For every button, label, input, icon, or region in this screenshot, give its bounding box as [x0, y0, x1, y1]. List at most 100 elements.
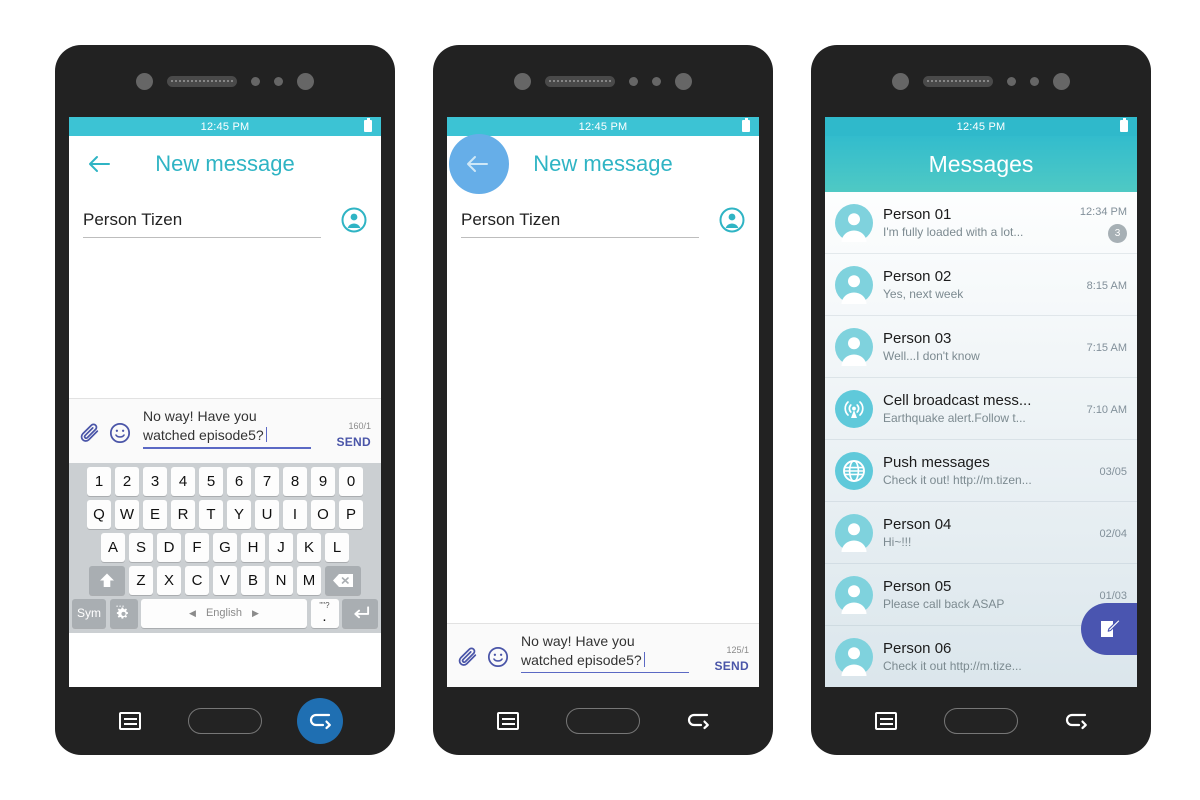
- key-y[interactable]: Y: [226, 499, 252, 529]
- key-e[interactable]: E: [142, 499, 168, 529]
- message-thread-area-2: [447, 248, 759, 623]
- back-hardware-key[interactable]: [675, 698, 721, 744]
- message-thread-area-1: [69, 248, 381, 398]
- key-b[interactable]: B: [240, 565, 266, 595]
- list-item-text: Person 02 Yes, next week: [883, 268, 1061, 301]
- key-1[interactable]: 1: [86, 466, 112, 496]
- emoji-button[interactable]: [109, 422, 131, 449]
- key-w[interactable]: W: [114, 499, 140, 529]
- key-s[interactable]: S: [128, 532, 154, 562]
- home-hardware-key[interactable]: [943, 708, 1018, 734]
- key-5[interactable]: 5: [198, 466, 224, 496]
- backspace-key[interactable]: [324, 565, 361, 595]
- input-underline: [143, 447, 311, 449]
- key-4[interactable]: 4: [170, 466, 196, 496]
- send-button[interactable]: SEND: [323, 435, 371, 449]
- key-r[interactable]: R: [170, 499, 196, 529]
- key-i[interactable]: I: [282, 499, 308, 529]
- message-text-input-2[interactable]: No way! Have you watched episode5?: [517, 632, 693, 678]
- home-hardware-key[interactable]: [565, 708, 640, 734]
- person-avatar-icon: [835, 513, 873, 552]
- add-contact-button[interactable]: [719, 207, 745, 233]
- list-item-meta: 12:34 PM 3: [1071, 202, 1127, 243]
- key-p[interactable]: P: [338, 499, 364, 529]
- back-hardware-key[interactable]: [297, 698, 344, 744]
- list-item[interactable]: Person 01 I'm fully loaded with a lot...…: [825, 192, 1137, 254]
- phone-screen-1: 12:45 PM New message Person Tizen No way…: [69, 117, 381, 687]
- back-key-icon: [310, 713, 332, 730]
- send-button[interactable]: SEND: [701, 659, 749, 673]
- attach-button[interactable]: [457, 646, 479, 673]
- shift-key[interactable]: [89, 565, 126, 595]
- menu-hardware-key[interactable]: [107, 698, 153, 744]
- conversation-time: 02/04: [1099, 527, 1127, 540]
- front-camera-icon: [136, 72, 153, 90]
- list-item-text: Push messages Check it out! http://m.tiz…: [883, 454, 1061, 487]
- key-7[interactable]: 7: [254, 466, 280, 496]
- key-k[interactable]: K: [296, 532, 322, 562]
- menu-hardware-key[interactable]: [863, 698, 909, 744]
- key-j[interactable]: J: [268, 532, 294, 562]
- keyboard-row-numbers: 1 2 3 4 5 6 7 8 9 0: [72, 466, 378, 496]
- list-item[interactable]: Push messages Check it out! http://m.tiz…: [825, 440, 1137, 502]
- message-text-input-1[interactable]: No way! Have you watched episode5?: [139, 407, 315, 453]
- key-a[interactable]: A: [100, 532, 126, 562]
- compose-message-fab[interactable]: [1081, 603, 1137, 655]
- back-button[interactable]: [81, 146, 117, 182]
- key-n[interactable]: N: [268, 565, 294, 595]
- key-0[interactable]: 0: [338, 466, 364, 496]
- home-hardware-key[interactable]: [187, 708, 262, 734]
- conversation-preview: Please call back ASAP: [883, 597, 1005, 611]
- key-v[interactable]: V: [212, 565, 238, 595]
- key-q[interactable]: Q: [86, 499, 112, 529]
- compose-edit-icon: [1101, 619, 1121, 637]
- key-z[interactable]: Z: [128, 565, 154, 595]
- key-u[interactable]: U: [254, 499, 280, 529]
- conversation-title: Cell broadcast mess...: [883, 392, 1032, 409]
- symbols-key[interactable]: Sym: [72, 598, 106, 628]
- key-3[interactable]: 3: [142, 466, 168, 496]
- menu-key-icon: [874, 712, 897, 730]
- recipient-field[interactable]: Person Tizen: [83, 192, 367, 248]
- period-key[interactable]: ""? .: [310, 598, 339, 628]
- key-l[interactable]: L: [324, 532, 350, 562]
- key-f[interactable]: F: [184, 532, 210, 562]
- recipient-field[interactable]: Person Tizen: [461, 192, 745, 248]
- keyboard-row-zxcv: Z X C V B N M: [72, 565, 378, 595]
- emoji-button[interactable]: [487, 646, 509, 673]
- list-item[interactable]: Person 02 Yes, next week 8:15 AM: [825, 254, 1137, 316]
- menu-hardware-key[interactable]: [485, 698, 531, 744]
- key-g[interactable]: G: [212, 532, 238, 562]
- back-hardware-key[interactable]: [1053, 698, 1099, 744]
- key-2[interactable]: 2: [114, 466, 140, 496]
- list-item[interactable]: Cell broadcast mess... Earthquake alert.…: [825, 378, 1137, 440]
- attach-button[interactable]: [79, 422, 101, 449]
- key-c[interactable]: C: [184, 565, 210, 595]
- key-t[interactable]: T: [198, 499, 224, 529]
- conversation-title: Person 01: [883, 206, 952, 223]
- keyboard-settings-key[interactable]: [109, 598, 138, 628]
- earpiece-speaker-icon: [923, 75, 993, 87]
- back-button[interactable]: [449, 134, 509, 194]
- space-key[interactable]: ◀ English ▶: [141, 598, 307, 628]
- message-text-value: No way! Have you watched episode5?: [143, 408, 264, 443]
- key-8[interactable]: 8: [282, 466, 308, 496]
- key-m[interactable]: M: [296, 565, 322, 595]
- key-d[interactable]: D: [156, 532, 182, 562]
- enter-key[interactable]: [342, 598, 378, 628]
- key-o[interactable]: O: [310, 499, 336, 529]
- cell-broadcast-icon: [835, 389, 873, 428]
- conversation-list[interactable]: Person 01 I'm fully loaded with a lot...…: [825, 192, 1137, 687]
- char-counter: 125/1: [726, 645, 749, 655]
- keyboard-row-bottom: Sym ◀ English ▶ ""? .: [72, 598, 378, 628]
- key-x[interactable]: X: [156, 565, 182, 595]
- key-9[interactable]: 9: [310, 466, 336, 496]
- add-contact-button[interactable]: [341, 207, 367, 233]
- list-item[interactable]: Person 03 Well...I don't know 7:15 AM: [825, 316, 1137, 378]
- key-h[interactable]: H: [240, 532, 266, 562]
- triangle-right-icon[interactable]: ▶: [252, 608, 259, 619]
- list-item[interactable]: Person 04 Hi~!!! 02/04: [825, 502, 1137, 564]
- key-6[interactable]: 6: [226, 466, 252, 496]
- triangle-left-icon[interactable]: ◀: [189, 608, 196, 619]
- paperclip-icon: [80, 422, 99, 442]
